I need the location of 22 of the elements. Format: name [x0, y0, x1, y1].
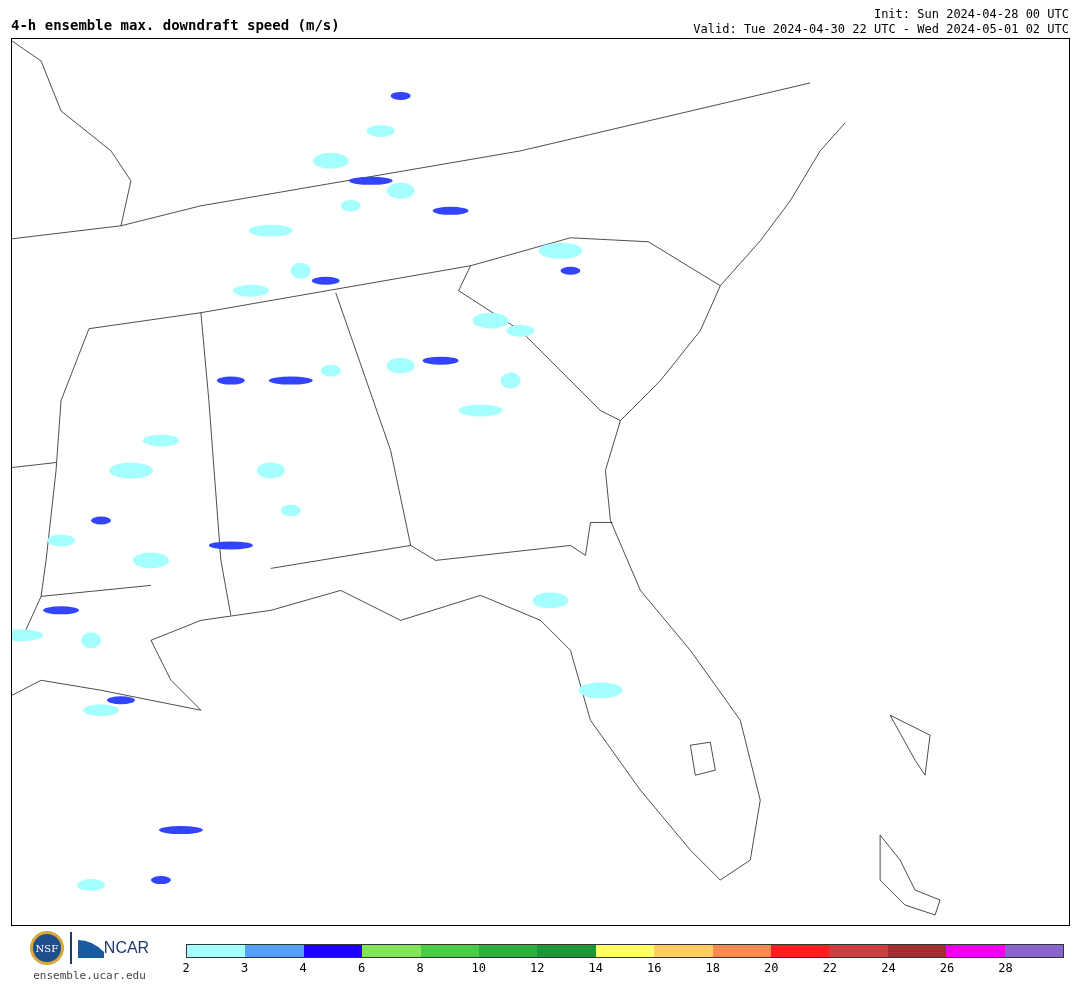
tick-label: 18 [705, 962, 720, 974]
logo-text: NSF [35, 941, 59, 956]
tick-label: 10 [471, 962, 486, 974]
tick-label: 28 [998, 962, 1013, 974]
tick-label: 12 [529, 962, 545, 974]
valid-time: Valid: Tue 2024-04-30 22 UTC - Wed 2024-05-01 02 UTC [693, 22, 1069, 37]
tick-label: 6 [358, 962, 366, 974]
site-url: ensemble.ucar.edu [33, 968, 146, 984]
tick-label: 16 [647, 962, 662, 974]
init-time: Init: Sun 2024-04-28 00 UTC [873, 7, 1069, 22]
tick-label: 20 [764, 962, 779, 974]
tick-label: 24 [881, 962, 896, 974]
tick-label: 3 [240, 962, 249, 974]
tick-label: 4 [299, 962, 307, 974]
swoosh-icon [77, 938, 104, 958]
tick-label: 8 [416, 962, 424, 974]
map-title: 4-h ensemble max. downdraft speed (m/s) [11, 18, 340, 35]
tick-label: 2 [182, 962, 190, 974]
tick-label: 22 [822, 962, 838, 974]
logo-text: NCAR [103, 938, 150, 958]
tick-label: 26 [939, 962, 955, 974]
tick-label: 14 [588, 962, 603, 974]
